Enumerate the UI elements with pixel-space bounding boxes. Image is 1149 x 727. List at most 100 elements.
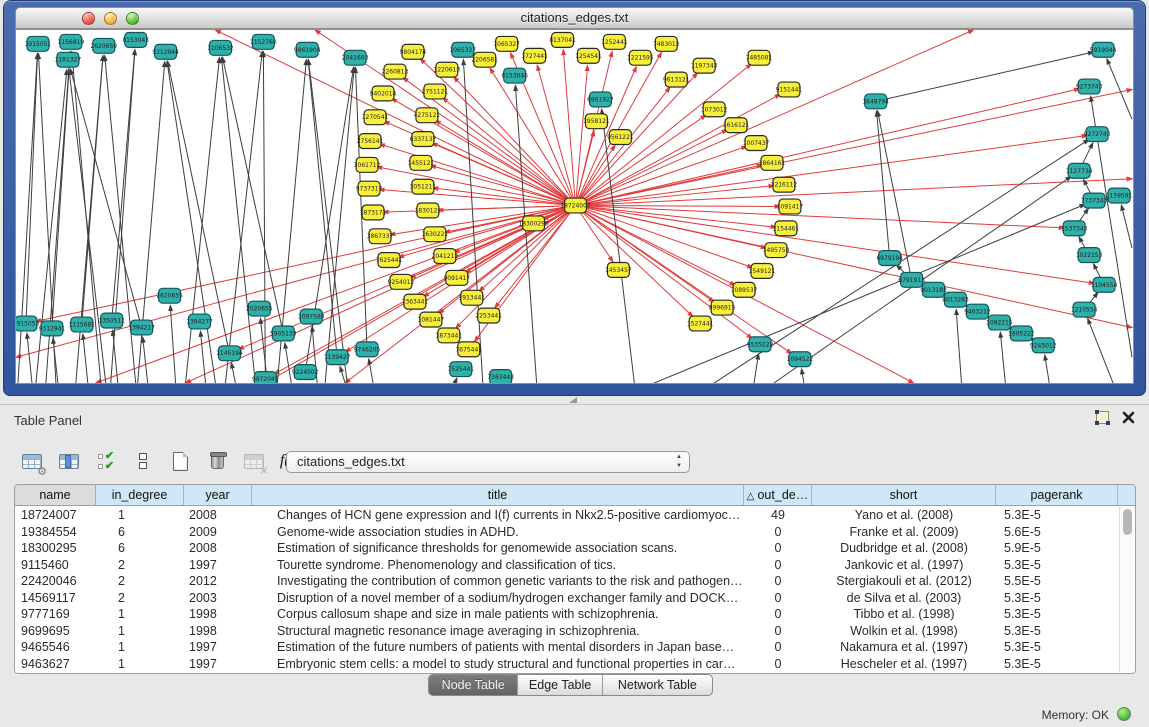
- table-cell[interactable]: 1997: [184, 557, 252, 574]
- table-cell[interactable]: 1: [96, 623, 184, 640]
- graph-node[interactable]: 2620655: [156, 288, 183, 303]
- table-cell[interactable]: 22420046: [15, 573, 96, 590]
- graph-node[interactable]: 6979194: [876, 251, 903, 266]
- table-cell[interactable]: 0: [744, 656, 812, 673]
- graph-node[interactable]: 2206581: [471, 52, 498, 67]
- graph-node[interactable]: 2260813: [382, 64, 409, 79]
- graph-node[interactable]: 7525441: [448, 362, 475, 377]
- graph-node[interactable]: 1145194: [216, 346, 243, 361]
- table-cell[interactable]: 2: [96, 557, 184, 574]
- column-header-year[interactable]: year: [184, 485, 252, 505]
- table-cell[interactable]: Changes of HCN gene expression and I(f) …: [252, 507, 744, 524]
- split-pane-grip[interactable]: [569, 397, 577, 403]
- graph-node[interactable]: 7363441: [402, 294, 429, 309]
- graph-node[interactable]: 2041663: [342, 50, 369, 65]
- table-cell[interactable]: 0: [744, 524, 812, 541]
- graph-node[interactable]: 3915053: [16, 316, 39, 331]
- table-cell[interactable]: Tibbo et al. (1998): [812, 606, 996, 623]
- graph-node[interactable]: 9463212: [964, 304, 991, 319]
- table-cell[interactable]: 1998: [184, 606, 252, 623]
- table-cell[interactable]: 18300295: [15, 540, 96, 557]
- table-cell[interactable]: 49: [744, 507, 812, 524]
- table-cell[interactable]: Tourette syndrome. Phenomenology and cla…: [252, 557, 744, 574]
- graph-node[interactable]: 1197343: [691, 58, 718, 73]
- graph-node[interactable]: 1350511: [98, 313, 125, 328]
- graph-node[interactable]: 1616121: [723, 118, 750, 133]
- table-cell[interactable]: 9465546: [15, 639, 96, 656]
- graph-node[interactable]: 9613121: [663, 72, 690, 87]
- table-cell[interactable]: Corpus callosum shape and size in male p…: [252, 606, 744, 623]
- table-cell[interactable]: Embryonic stem cells: a model to study s…: [252, 656, 744, 673]
- column-header-pagerank[interactable]: pagerank: [996, 485, 1118, 505]
- graph-node[interactable]: 9535222: [747, 337, 774, 352]
- close-panel-icon[interactable]: [1122, 411, 1135, 424]
- graph-node[interactable]: 9312941: [39, 321, 66, 336]
- table-cell[interactable]: 2008: [184, 507, 252, 524]
- graph-node[interactable]: 7363443: [487, 370, 514, 383]
- minimize-window-button[interactable]: [104, 12, 117, 25]
- graph-node[interactable]: 1065327: [450, 42, 477, 57]
- table-cell[interactable]: 1: [96, 507, 184, 524]
- graph-node[interactable]: 7485081: [746, 50, 773, 65]
- create-column-icon[interactable]: [166, 448, 194, 475]
- row-options-icon[interactable]: [129, 448, 157, 475]
- graph-node[interactable]: 3061712: [354, 157, 381, 172]
- graph-node[interactable]: 2020655: [246, 301, 273, 316]
- table-cell[interactable]: 9777169: [15, 606, 96, 623]
- graph-node[interactable]: 1065327: [493, 36, 520, 51]
- graph-node[interactable]: 1181327: [55, 52, 82, 67]
- table-cell[interactable]: 0: [744, 623, 812, 640]
- table-row[interactable]: 911546021997Tourette syndrome. Phenomeno…: [15, 557, 1119, 574]
- graph-node[interactable]: 5919044: [1090, 42, 1117, 57]
- table-row[interactable]: 2242004622012Investigating the contribut…: [15, 573, 1119, 590]
- graph-node[interactable]: 6961927: [587, 92, 614, 107]
- graph-node[interactable]: 1022153: [1076, 248, 1103, 263]
- graph-node[interactable]: 1252441: [601, 34, 628, 49]
- table-cell[interactable]: 0: [744, 540, 812, 557]
- graph-node[interactable]: 1527441: [687, 316, 714, 331]
- graph-node[interactable]: 1127734: [1066, 163, 1093, 178]
- graph-node[interactable]: 1873171: [360, 205, 387, 220]
- graph-node[interactable]: 8153046: [501, 68, 528, 83]
- graph-node[interactable]: 3051211: [410, 179, 437, 194]
- table-row[interactable]: 1830029562008Estimation of significance …: [15, 540, 1119, 557]
- graph-node[interactable]: 8996915: [709, 300, 736, 315]
- table-cell[interactable]: Estimation of the future numbers of pati…: [252, 639, 744, 656]
- graph-node[interactable]: 1221595: [627, 50, 654, 65]
- network-canvas[interactable]: 3915051115681926206598153043118132793129…: [15, 29, 1134, 384]
- table-cell[interactable]: Genome-wide association studies in ADHD.: [252, 524, 744, 541]
- table-cell[interactable]: 2009: [184, 524, 252, 541]
- graph-node[interactable]: 1139427: [324, 350, 351, 365]
- network-window-titlebar[interactable]: citations_edges.txt: [15, 7, 1134, 29]
- table-cell[interactable]: 14569117: [15, 590, 96, 607]
- table-cell[interactable]: 5.3E-5: [996, 623, 1118, 640]
- graph-node[interactable]: 1156819: [58, 34, 85, 49]
- column-header-in_degree[interactable]: in_degree: [96, 485, 184, 505]
- graph-node[interactable]: 9151441: [776, 82, 803, 97]
- table-cell[interactable]: 0: [744, 557, 812, 574]
- delete-column-icon[interactable]: [203, 448, 231, 475]
- table-cell[interactable]: 9463627: [15, 656, 96, 673]
- graph-node[interactable]: 1537343: [1061, 221, 1088, 236]
- graph-node[interactable]: 5905133: [270, 326, 297, 341]
- table-mode-icon[interactable]: ⚙: [18, 448, 46, 475]
- graph-node[interactable]: 9013183: [920, 282, 947, 297]
- table-row[interactable]: 1456911722003Disruption of a novel membe…: [15, 590, 1119, 607]
- graph-node[interactable]: 8137041: [549, 32, 576, 47]
- table-cell[interactable]: 0: [744, 590, 812, 607]
- graph-node[interactable]: 1394217: [128, 320, 155, 335]
- graph-node[interactable]: 9224502: [292, 365, 319, 380]
- table-row[interactable]: 1938455462009Genome-wide association stu…: [15, 524, 1119, 541]
- graph-node[interactable]: 9402014: [370, 86, 397, 101]
- table-cell[interactable]: 1: [96, 606, 184, 623]
- graph-node[interactable]: 8153043: [122, 32, 149, 47]
- graph-node[interactable]: 1106532: [207, 40, 234, 55]
- table-cell[interactable]: Estimation of significance thresholds fo…: [252, 540, 744, 557]
- graph-node[interactable]: 1154461: [773, 221, 800, 236]
- table-cell[interactable]: 1997: [184, 656, 252, 673]
- column-header-out_de[interactable]: △out_de…: [744, 485, 812, 505]
- table-cell[interactable]: 6: [96, 524, 184, 541]
- table-cell[interactable]: Hescheler et al. (1997): [812, 656, 996, 673]
- column-header-title[interactable]: title: [252, 485, 744, 505]
- zoom-window-button[interactable]: [126, 12, 139, 25]
